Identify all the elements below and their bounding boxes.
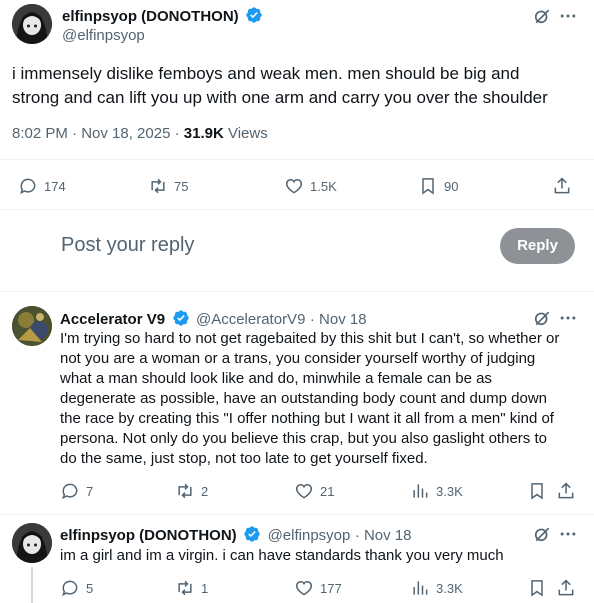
reply-author-handle[interactable]: @AcceleratorV9 <box>196 311 305 328</box>
tweet-text-line: strong and can lift you up with one arm … <box>12 88 548 107</box>
tweet-text-line: i immensely dislike femboys and weak men… <box>12 64 520 83</box>
analytics-icon <box>413 581 428 595</box>
like-count: 177 <box>320 580 342 596</box>
reply-author-name[interactable]: Accelerator V9 <box>60 311 165 328</box>
thread-line <box>31 567 33 603</box>
repost-action[interactable]: 2 <box>175 481 208 501</box>
reply-header: elfinpsyop (DONOTHON) @elfinpsyop · Nov … <box>60 525 412 545</box>
reply-date[interactable]: · Nov 18 <box>310 311 367 328</box>
like-count: 21 <box>320 483 335 499</box>
reply-text-line: im a girl and im a virgin. i can have st… <box>60 547 504 564</box>
share-icon[interactable] <box>556 578 576 603</box>
divider <box>0 514 594 515</box>
reply-header: Accelerator V9 @AcceleratorV9 · Nov 18 <box>60 309 367 329</box>
author-name[interactable]: elfinpsyop (DONOTHON) <box>62 8 239 25</box>
reply-count: 174 <box>44 178 66 194</box>
verified-badge-icon <box>246 7 262 23</box>
bookmark-action[interactable]: 90 <box>418 176 458 196</box>
reply-count: 5 <box>86 580 94 596</box>
avatar-reply[interactable] <box>12 306 52 346</box>
reply-author-handle[interactable]: @elfinpsyop <box>268 527 351 544</box>
repost-action[interactable]: 75 <box>148 176 188 196</box>
repost-count: 2 <box>201 483 209 499</box>
heart-icon <box>295 483 313 499</box>
repost-count: 75 <box>174 178 189 194</box>
repost-action[interactable]: 1 <box>175 578 208 598</box>
reply-input[interactable]: Post your reply <box>61 234 194 257</box>
reply-text: im a girl and im a virgin. i can have st… <box>60 546 590 566</box>
like-action[interactable]: 1.5K <box>284 176 337 196</box>
reply-text-line: do the same, just stop, not too late to … <box>60 450 428 467</box>
reply-action[interactable]: 5 <box>60 578 93 598</box>
reply-text-line: not you are a woman or a trans, you cons… <box>60 350 536 367</box>
reply-text-line: what a man should look like and do, minw… <box>60 370 492 387</box>
reply-text: I'm trying so hard to not get ragebaited… <box>60 329 590 469</box>
bookmark-count: 90 <box>444 178 459 194</box>
share-icon[interactable] <box>556 481 576 506</box>
reply-action[interactable]: 174 <box>18 176 66 196</box>
views-action[interactable]: 3.3K <box>410 578 463 598</box>
reply-text-line: the race by creating this "I offer nothi… <box>60 410 554 427</box>
views-count: 3.3K <box>436 483 463 499</box>
bookmark-icon <box>422 178 434 195</box>
reply-action[interactable]: 7 <box>60 481 93 501</box>
reply-author-name[interactable]: elfinpsyop (DONOTHON) <box>60 527 237 544</box>
heart-icon <box>285 178 303 194</box>
verified-badge-icon <box>172 310 189 326</box>
reply-icon <box>62 483 78 500</box>
reply-count: 7 <box>86 483 94 499</box>
tweet-text: i immensely dislike femboys and weak men… <box>12 62 548 110</box>
like-action[interactable]: 21 <box>294 481 334 501</box>
views-count: 3.3K <box>436 580 463 596</box>
like-action[interactable]: 177 <box>294 578 342 598</box>
more-options-icon[interactable] <box>558 6 578 31</box>
verified-badge-icon <box>244 526 260 542</box>
reply-date[interactable]: · Nov 18 <box>355 527 412 544</box>
repost-icon <box>151 178 165 194</box>
grok-icon[interactable] <box>532 6 552 31</box>
reply-text-line: degenerate as possible, have an outstand… <box>60 390 548 407</box>
share-icon[interactable] <box>552 176 572 201</box>
divider <box>0 159 594 160</box>
like-count: 1.5K <box>310 178 337 194</box>
bookmark-icon[interactable] <box>527 578 547 603</box>
avatar-reply[interactable] <box>12 523 52 563</box>
reply-icon <box>20 178 36 195</box>
views-count: 31.9K <box>183 125 224 142</box>
reply-icon <box>62 580 78 597</box>
analytics-icon <box>413 484 428 498</box>
heart-icon <box>295 580 313 596</box>
reply-button[interactable]: Reply <box>500 228 575 264</box>
divider <box>0 209 594 210</box>
repost-icon <box>178 580 192 596</box>
author-handle[interactable]: @elfinpsyop <box>62 27 145 44</box>
bookmark-icon[interactable] <box>527 481 547 506</box>
views-action[interactable]: 3.3K <box>410 481 463 501</box>
repost-icon <box>178 483 192 499</box>
reply-text-line: persona. Not only do you believe this cr… <box>60 430 547 447</box>
tweet-meta: 8:02 PM · Nov 18, 2025 · 31.9K Views <box>12 125 268 142</box>
avatar-main[interactable] <box>12 4 52 44</box>
reply-text-line: I'm trying so hard to not get ragebaited… <box>60 330 560 347</box>
views-label: Views <box>223 125 268 142</box>
divider <box>0 291 594 292</box>
timestamp[interactable]: 8:02 PM · Nov 18, 2025 · <box>12 125 184 142</box>
repost-count: 1 <box>201 580 209 596</box>
